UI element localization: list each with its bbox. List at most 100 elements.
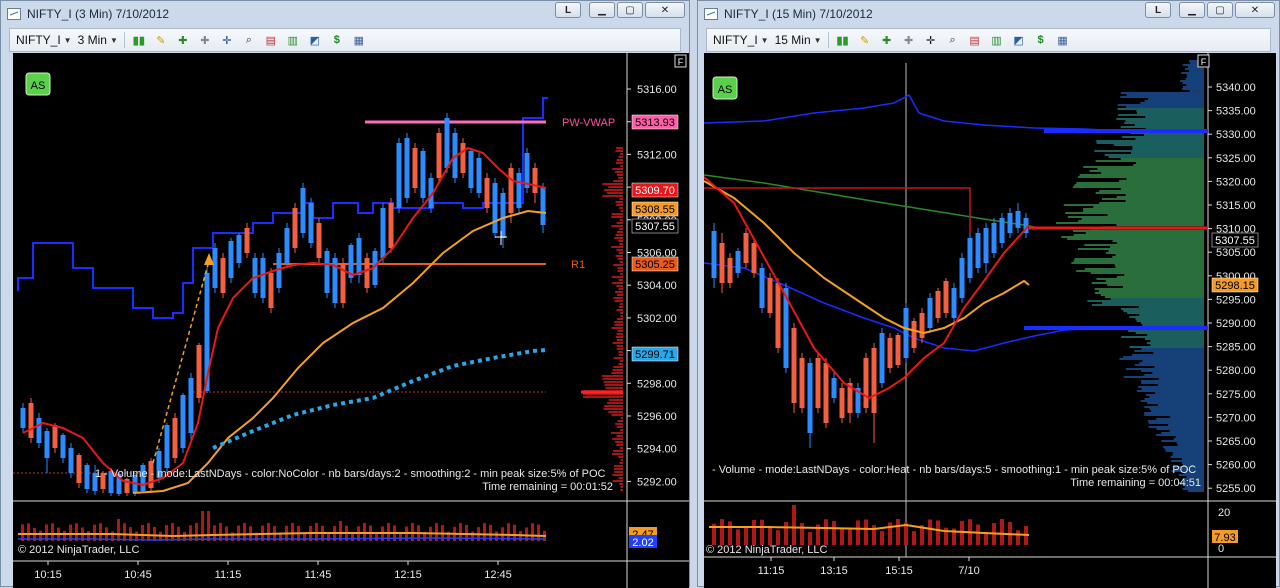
candle-body (220, 258, 226, 293)
candle-body (871, 348, 877, 413)
close-button[interactable]: ✕ (645, 2, 685, 18)
candle-body (316, 223, 322, 258)
maximize-button[interactable]: ▢ (1207, 2, 1233, 18)
price-chart-right[interactable]: 5340.00 5335.00 5330.00 5325.00 5320.00 5315.… (704, 53, 1276, 588)
dollar-icon[interactable]: $ (329, 32, 345, 48)
price-tick-label: 5316.00 (637, 84, 677, 96)
close-button[interactable]: ✕ (1235, 2, 1275, 18)
candle-body (743, 233, 749, 263)
volume-bar (856, 520, 860, 545)
chart-app-icon (7, 8, 21, 20)
price-tick-label: 5255.00 (1216, 483, 1256, 495)
price-tag-label: 5308.55 (635, 204, 675, 216)
volume-bar (936, 520, 940, 545)
instrument-selector[interactable]: NIFTY_I ▼ (16, 33, 72, 47)
price-tags: 5307.55 5298.15 (1211, 232, 1259, 293)
zoom-icon[interactable]: ⌕ (945, 32, 961, 48)
global-drawing-icon[interactable]: ✚ (901, 32, 917, 48)
price-tick-label: 5298.00 (637, 378, 677, 390)
minimize-button[interactable]: ▁ (589, 2, 615, 18)
r1-label: R1 (571, 259, 585, 271)
candle-body (356, 238, 362, 275)
vwap-step-line (17, 97, 548, 319)
candle-body (188, 378, 194, 433)
link-button[interactable]: L (1145, 2, 1171, 18)
candle-body (300, 188, 306, 233)
price-chart-left[interactable]: 5316.005314.005312.005310.005308.005306.… (13, 53, 689, 588)
strategies-icon[interactable]: ◩ (1011, 32, 1027, 48)
interval-selector[interactable]: 15 Min ▼ (775, 33, 822, 47)
zoom-icon[interactable]: ⌕ (241, 32, 257, 48)
chevron-down-icon: ▼ (760, 35, 769, 45)
chart-panel-right[interactable]: 5340.00 5335.00 5330.00 5325.00 5320.00 5315.… (704, 53, 1276, 588)
candle-body (935, 291, 941, 318)
global-drawing-icon[interactable]: ✚ (197, 32, 213, 48)
time-axis: 11:15 13:15 15:15 7/10 (758, 557, 980, 577)
interval-selector[interactable]: 3 Min ▼ (78, 33, 118, 47)
drawing-pencil-icon[interactable]: ✎ (857, 32, 873, 48)
crosshair-icon[interactable]: ✛ (219, 32, 235, 48)
f-marker-label: F (678, 57, 684, 67)
price-tag: 5307.55 (631, 218, 679, 234)
volume-bar (495, 531, 498, 541)
candle-body (228, 241, 234, 278)
snap-icon[interactable]: ✚ (879, 32, 895, 48)
minimize-button[interactable]: ▁ (1179, 2, 1205, 18)
volume-bar (752, 520, 756, 545)
candle-body (292, 208, 298, 248)
candle-body (959, 258, 965, 298)
properties-icon[interactable]: ▦ (351, 32, 367, 48)
chart-toolbar: NIFTY_I ▼ 15 Min ▼ ▮▮ ✎ ✚ ✚ ✛ ⌕ ▤ ▥ ◩ $ ▦ (706, 28, 1271, 52)
candle-body (719, 243, 725, 283)
volume-bar (201, 511, 204, 541)
volume-bar (800, 523, 804, 545)
candle-body (983, 228, 989, 263)
price-tick-label: 5325.00 (1216, 153, 1256, 165)
indicators-icon[interactable]: ▥ (989, 32, 1005, 48)
window-titlebar[interactable]: NIFTY_I (15 Min) 7/10/2012 L ▁ ▢ ✕ (698, 1, 1279, 27)
candle-body (196, 345, 202, 398)
maximize-button[interactable]: ▢ (617, 2, 643, 18)
price-tag-label: 5313.93 (635, 117, 675, 129)
window-title: NIFTY_I (15 Min) 7/10/2012 (724, 7, 873, 21)
dollar-icon[interactable]: $ (1033, 32, 1049, 48)
volume-profile (581, 147, 623, 491)
chart-window-15min[interactable]: NIFTY_I (15 Min) 7/10/2012 L ▁ ▢ ✕ NIFTY… (697, 0, 1280, 588)
candle-body (180, 395, 186, 448)
candle-body (60, 435, 66, 458)
link-button[interactable]: L (555, 2, 581, 18)
instrument-selector[interactable]: NIFTY_I ▼ (713, 33, 769, 47)
price-tick-label: 5285.00 (1216, 342, 1256, 354)
candle-body (823, 363, 829, 423)
chart-trader-icon[interactable]: ▤ (967, 32, 983, 48)
price-tick-label: 5302.00 (637, 313, 677, 325)
candle-body (540, 188, 546, 225)
volume-bar (784, 521, 788, 545)
time-tick-label: 12:15 (394, 569, 422, 581)
candle-body (476, 158, 482, 193)
strategies-icon[interactable]: ◩ (307, 32, 323, 48)
candle-body (767, 278, 773, 313)
indicators-icon[interactable]: ▥ (285, 32, 301, 48)
chart-app-icon (704, 8, 718, 20)
chart-trader-icon[interactable]: ▤ (263, 32, 279, 48)
properties-icon[interactable]: ▦ (1055, 32, 1071, 48)
time-tick-label: 12:45 (484, 569, 512, 581)
toolbar-divider (827, 32, 829, 48)
chart-window-3min[interactable]: NIFTY_I (3 Min) 7/10/2012 L ▁ ▢ ✕ NIFTY_… (0, 0, 690, 588)
crosshair-icon[interactable]: ✛ (923, 32, 939, 48)
drawing-pencil-icon[interactable]: ✎ (153, 32, 169, 48)
window-titlebar[interactable]: NIFTY_I (3 Min) 7/10/2012 L ▁ ▢ ✕ (1, 1, 689, 27)
candle-body (895, 335, 901, 365)
bar-style-icon[interactable]: ▮▮ (131, 32, 147, 48)
snap-icon[interactable]: ✚ (175, 32, 191, 48)
candle-body (44, 431, 50, 458)
chart-panel-left[interactable]: 5316.005314.005312.005310.005308.005306.… (13, 53, 689, 588)
candle-body (911, 321, 917, 348)
time-tick-label: 10:15 (34, 569, 62, 581)
candle-body (751, 243, 757, 273)
bar-style-icon[interactable]: ▮▮ (835, 32, 851, 48)
candle-body (172, 418, 178, 458)
volume-bar (840, 528, 844, 545)
candle-body (815, 358, 821, 408)
